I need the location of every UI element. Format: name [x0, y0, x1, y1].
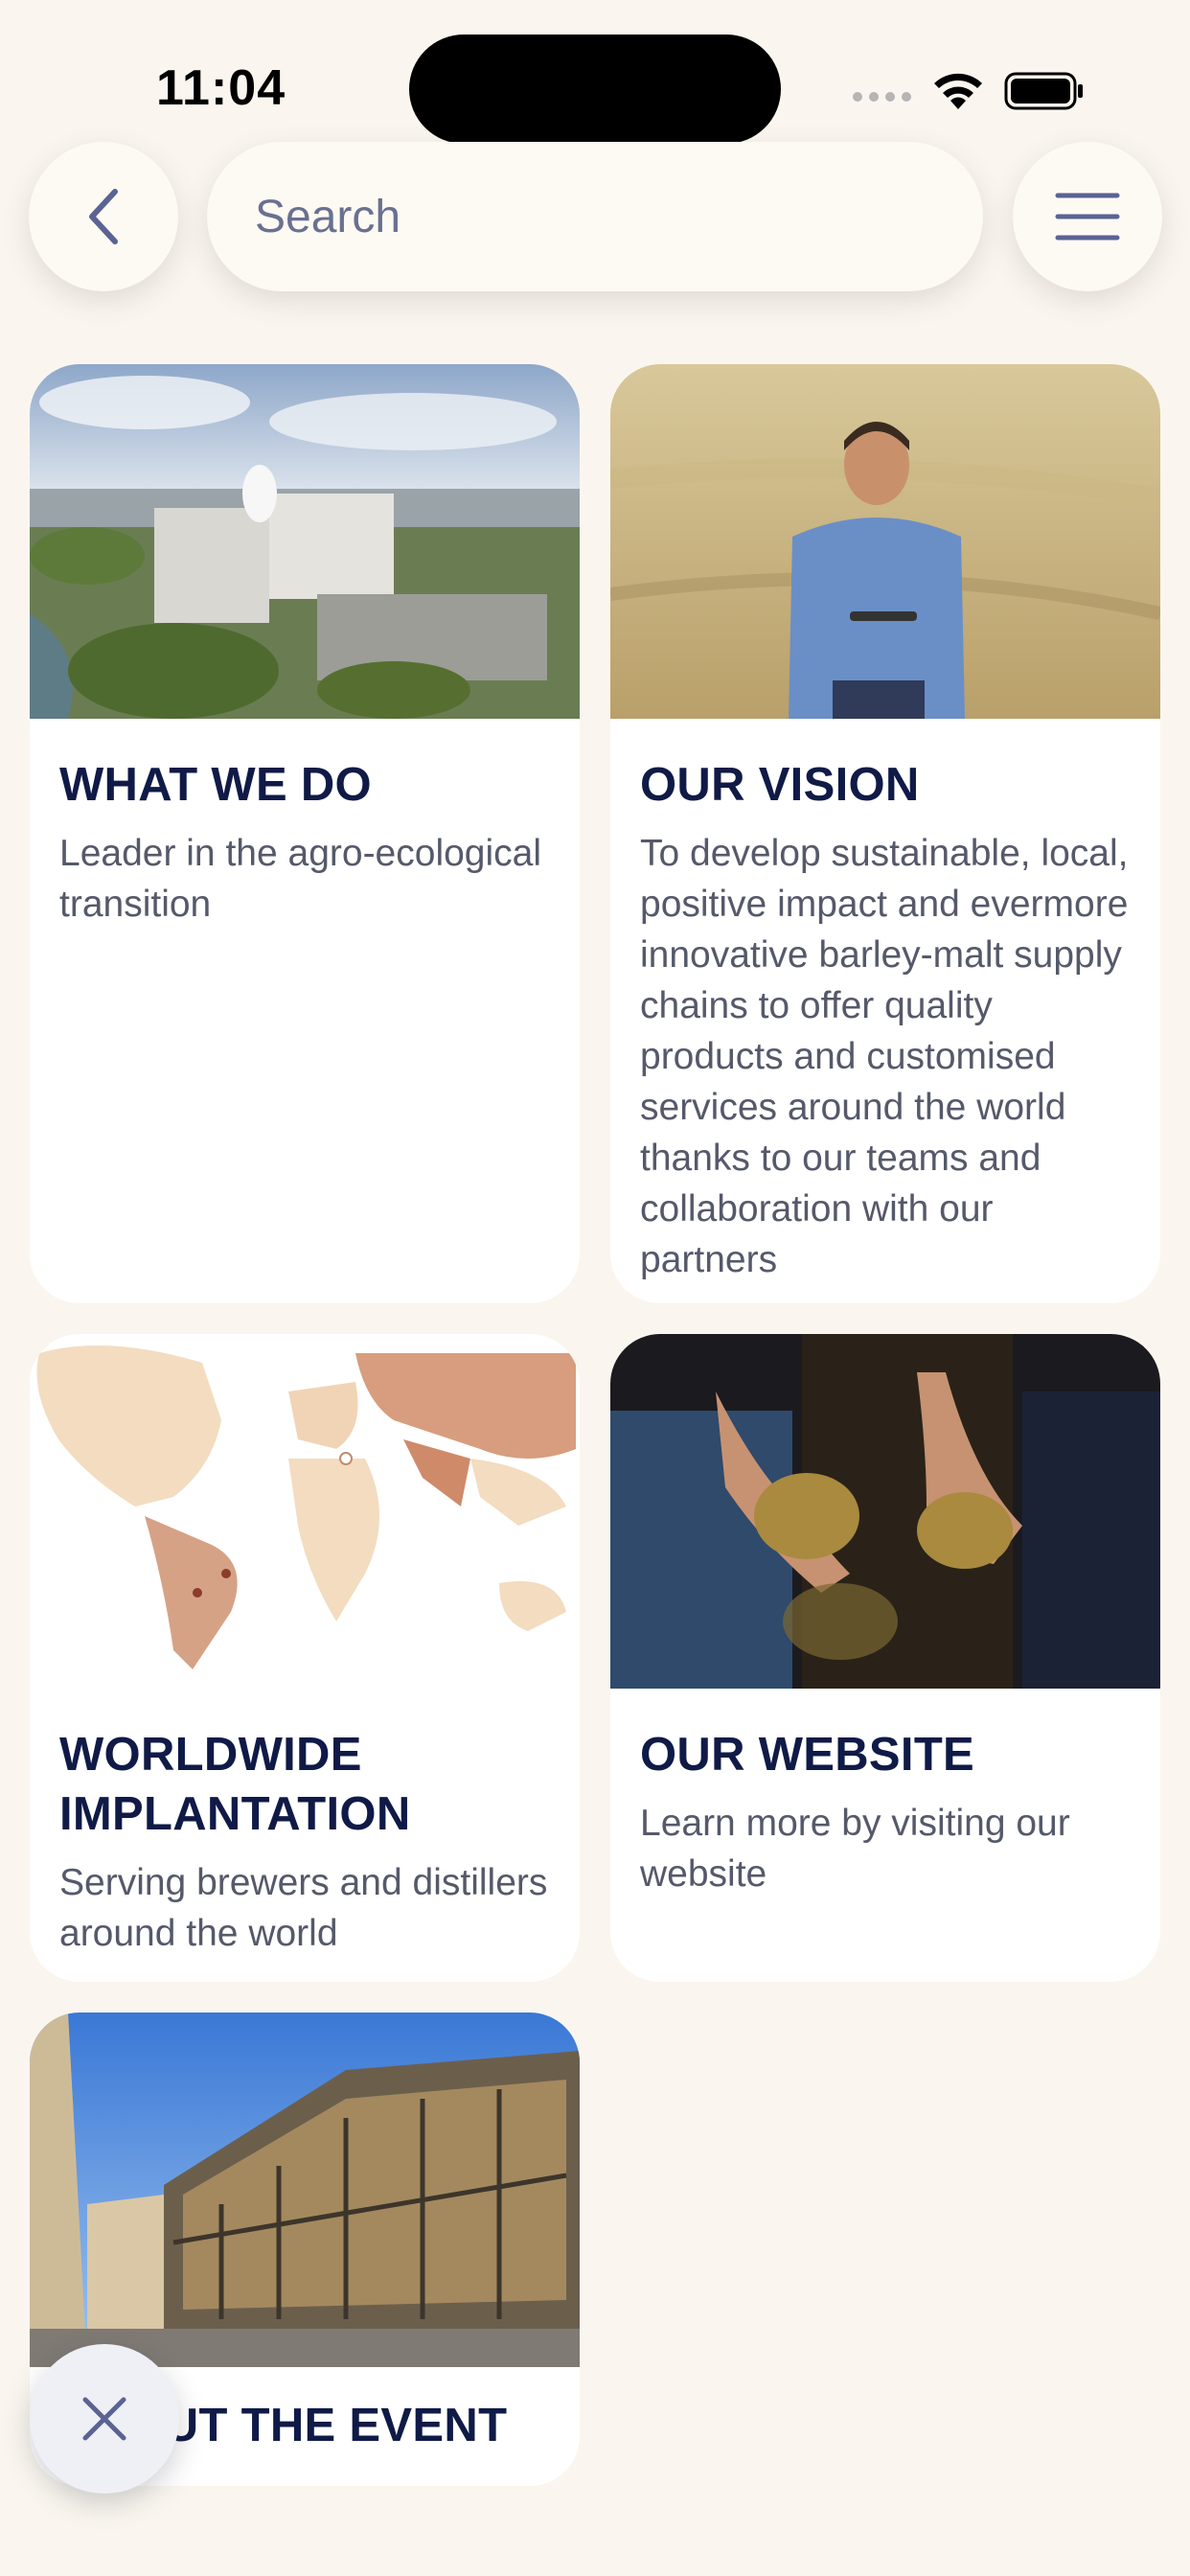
close-icon — [82, 2397, 126, 2441]
card-what-we-do[interactable]: WHAT WE DO Leader in the agro-ecological… — [30, 364, 580, 1303]
market-hall-photo — [30, 2012, 580, 2367]
card-our-website[interactable]: OUR WEBSITE Learn more by visiting our w… — [610, 1334, 1160, 1982]
chevron-left-icon — [89, 189, 118, 244]
card-our-vision[interactable]: OUR VISION To develop sustainable, local… — [610, 364, 1160, 1303]
cellular-signal-icon — [853, 92, 911, 102]
back-button[interactable] — [29, 142, 178, 291]
status-time: 11:04 — [156, 60, 286, 116]
card-title: OUR VISION — [640, 759, 920, 811]
hamburger-menu-icon — [1055, 193, 1120, 241]
dynamic-island — [409, 34, 781, 144]
search-bar[interactable] — [207, 142, 983, 291]
card-description: To develop sustainable, local, positive … — [640, 833, 1129, 1280]
close-button[interactable] — [30, 2344, 179, 2494]
search-input[interactable] — [255, 190, 926, 243]
factory-photo — [30, 364, 580, 719]
battery-icon — [1004, 72, 1083, 110]
card-worldwide-implantation[interactable]: WORLDWIDE IMPLANTATION Serving brewers a… — [30, 1334, 580, 1982]
wifi-icon — [934, 73, 982, 109]
menu-button[interactable] — [1013, 142, 1162, 291]
card-description: Serving brewers and distillers around th… — [59, 1862, 548, 1954]
card-description: Leader in the agro-ecological transition — [59, 833, 542, 925]
man-in-field-photo — [610, 364, 1160, 719]
card-title: WORLDWIDE IMPLANTATION — [59, 1729, 411, 1840]
card-description: Learn more by visiting our website — [640, 1803, 1070, 1895]
world-map-image — [30, 1334, 580, 1689]
card-title: OUR WEBSITE — [640, 1729, 975, 1781]
card-title: WHAT WE DO — [59, 759, 372, 811]
hands-holding-grain-photo — [610, 1334, 1160, 1689]
